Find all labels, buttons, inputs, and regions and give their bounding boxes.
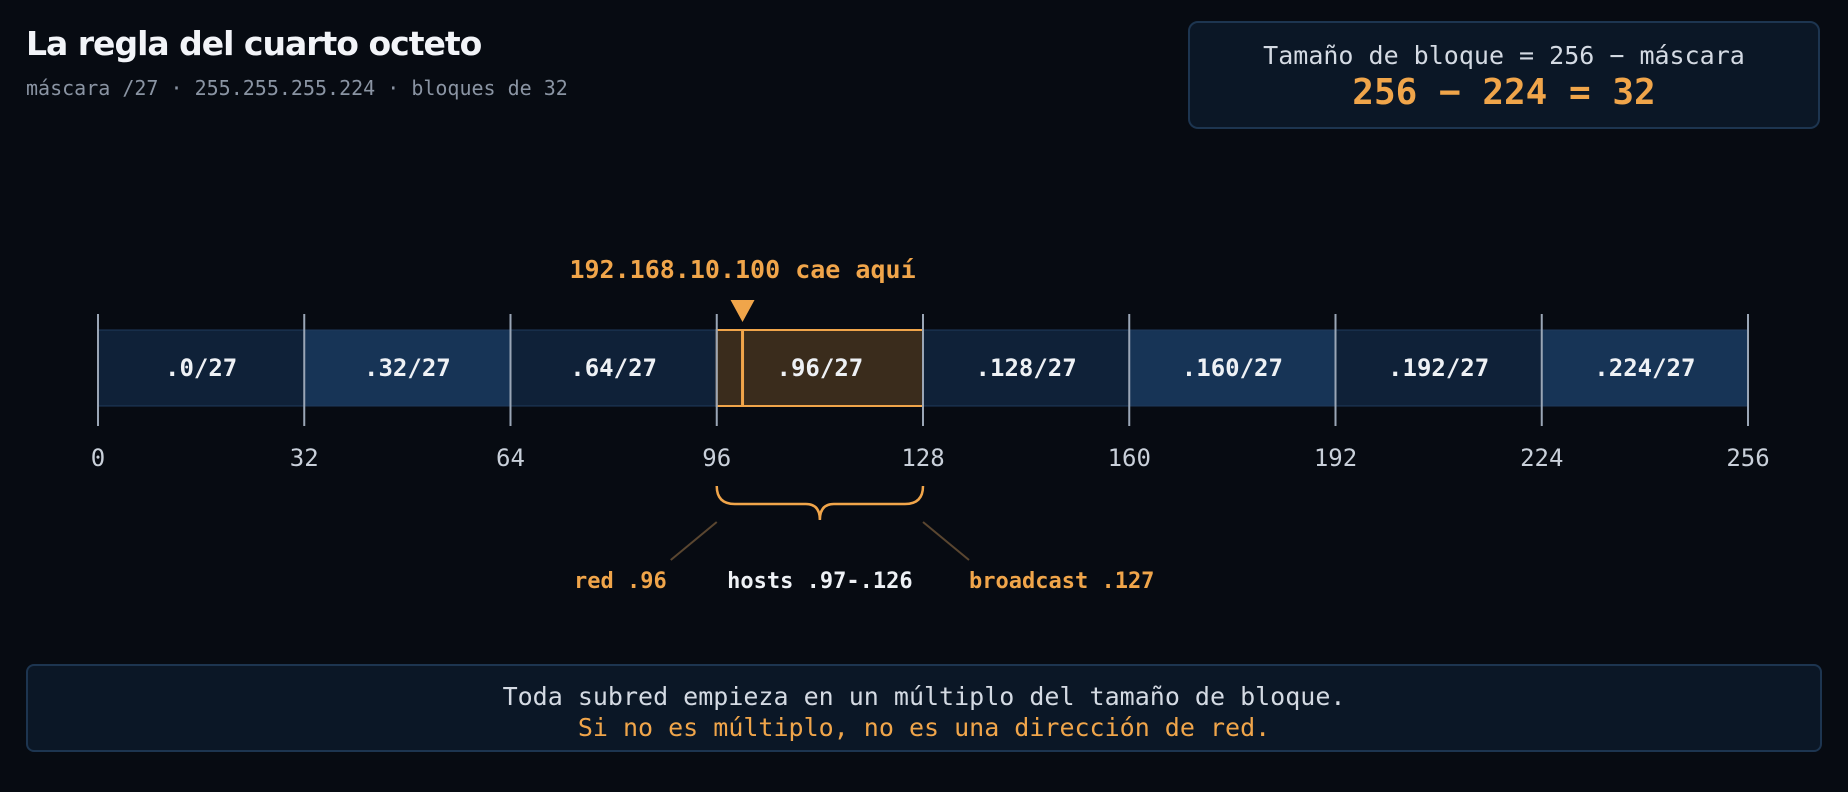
brace-icon (715, 485, 925, 521)
subnet-block-label: .224/27 (1594, 354, 1695, 382)
host-range-label: hosts .97-.126 (727, 569, 912, 594)
network-address-label: red .96 (574, 569, 667, 594)
subnet-block-label: .64/27 (570, 354, 657, 382)
tick-label: 32 (290, 444, 319, 472)
subnet-block-label: .160/27 (1182, 354, 1283, 382)
rule-warning-line: Si no es múltiplo, no es una dirección d… (577, 713, 1271, 742)
tick-label: 256 (1726, 444, 1769, 472)
network-leader-line (670, 521, 718, 561)
subnet-block-label: .96/27 (777, 354, 864, 382)
rule-note-box: Toda subred empieza en un múltiplo del t… (26, 664, 1822, 752)
subnet-block-label: .0/27 (165, 354, 237, 382)
subnet-block-label: .192/27 (1388, 354, 1489, 382)
host-breakdown: red .96 hosts .97-.126 broadcast .127 (574, 485, 1154, 594)
subnet-block-label: .128/27 (976, 354, 1077, 382)
tick-label: 96 (702, 444, 731, 472)
broadcast-leader-line (922, 521, 970, 561)
subnet-block-label: .32/27 (364, 354, 451, 382)
tick-label: 224 (1520, 444, 1563, 472)
tick-label: 192 (1314, 444, 1357, 472)
marker-label: 192.168.10.100 cae aquí (569, 255, 915, 284)
rule-note-line: Toda subred empieza en un múltiplo del t… (502, 682, 1346, 711)
tick-label: 128 (901, 444, 944, 472)
marker-arrow-icon (730, 300, 755, 322)
octet-diagram: .0/27 .32/27 .64/27 .96/27 .128/27 .160/27 .19… (91, 255, 1770, 594)
tick-label: 64 (496, 444, 525, 472)
broadcast-address-label: broadcast .127 (969, 569, 1154, 594)
tick-label: 0 (91, 444, 105, 472)
tick-label: 160 (1108, 444, 1151, 472)
